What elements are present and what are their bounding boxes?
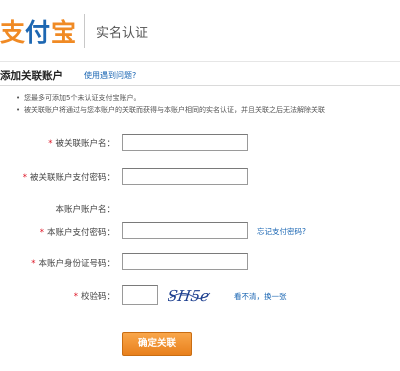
captcha-icon: SH5e bbox=[166, 287, 210, 305]
logo-text-2: 付 bbox=[25, 18, 50, 47]
captcha-text: SH5e bbox=[168, 287, 210, 305]
help-link[interactable]: 使用遇到问题? bbox=[84, 70, 136, 81]
logo-text-3: 宝 bbox=[51, 18, 75, 47]
this-password-input[interactable] bbox=[122, 222, 248, 239]
this-password-label: * 本账户支付密码： bbox=[40, 226, 115, 238]
section-title: 添加关联账户 bbox=[0, 70, 63, 82]
linked-password-label-text: 被关联账户支付密码： bbox=[29, 173, 115, 183]
logo-text-1: 支 bbox=[0, 18, 25, 47]
linked-account-input[interactable] bbox=[122, 134, 248, 151]
note-text: 您最多可添加5个未认证支付宝账户。 bbox=[24, 94, 141, 102]
alipay-logo[interactable]: 支 付 宝 bbox=[0, 14, 82, 48]
captcha-label-text: 校验码： bbox=[80, 292, 115, 302]
this-password-label-text: 本账户支付密码： bbox=[46, 228, 115, 238]
page-heading: 实名认证 bbox=[96, 26, 149, 41]
required-mark: * bbox=[39, 228, 44, 238]
page-header: 支 付 宝 实名认证 bbox=[0, 0, 400, 62]
required-mark: * bbox=[73, 292, 78, 302]
section-rule bbox=[0, 85, 400, 86]
note-item: • 您最多可添加5个未认证支付宝账户。 bbox=[16, 94, 141, 102]
id-number-label-text: 本账户身份证号码： bbox=[38, 259, 115, 269]
refresh-captcha-link[interactable]: 看不清，换一张 bbox=[234, 291, 287, 302]
required-mark: * bbox=[31, 259, 36, 269]
forgot-password-link[interactable]: 忘记支付密码? bbox=[257, 226, 306, 237]
linked-password-label: * 被关联账户支付密码： bbox=[23, 171, 115, 183]
linked-password-input[interactable] bbox=[122, 168, 248, 185]
header-rule bbox=[0, 61, 400, 62]
confirm-link-button[interactable]: 确定关联 bbox=[122, 332, 192, 356]
required-mark: * bbox=[48, 139, 53, 149]
notes-list: • 您最多可添加5个未认证支付宝账户。 • 被关联账户将通过与您本账户的关联而获得与… bbox=[16, 92, 400, 116]
this-account-label: 本账户账户名： bbox=[55, 203, 115, 215]
captcha-input[interactable] bbox=[122, 285, 158, 305]
note-item: • 被关联账户将通过与您本账户的关联而获得与本账户相同的实名认证，并且关联之后无法… bbox=[16, 106, 325, 114]
alipay-logo-graphic: 支 付 宝 bbox=[0, 18, 76, 47]
captcha-image[interactable]: SH5e bbox=[166, 284, 212, 306]
captcha-label: * 校验码： bbox=[74, 290, 115, 302]
required-mark: * bbox=[22, 173, 27, 183]
id-number-input[interactable] bbox=[122, 253, 248, 270]
linked-account-label: * 被关联账户名： bbox=[48, 137, 115, 149]
linked-account-label-text: 被关联账户名： bbox=[55, 139, 115, 149]
this-account-label-text: 本账户账户名： bbox=[55, 205, 115, 215]
header-divider bbox=[84, 14, 85, 48]
note-text: 被关联账户将通过与您本账户的关联而获得与本账户相同的实名认证，并且关联之后无法解… bbox=[24, 106, 325, 114]
id-number-label: * 本账户身份证号码： bbox=[31, 257, 115, 269]
